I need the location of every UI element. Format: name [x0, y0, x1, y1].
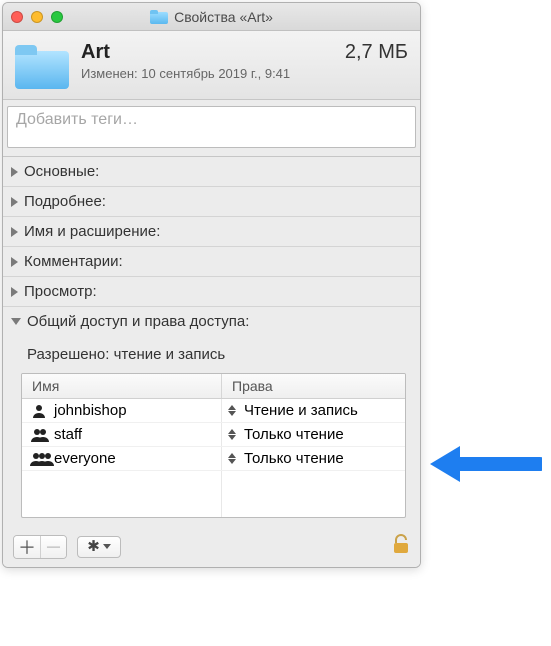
user-name: staff — [54, 426, 82, 443]
minimize-window-button[interactable] — [31, 11, 43, 23]
column-header-privilege[interactable]: Права — [222, 374, 405, 398]
folder-icon — [15, 45, 69, 89]
disclosure-triangle-icon — [11, 197, 18, 207]
stepper-icon[interactable] — [228, 403, 240, 419]
item-size: 2,7 МБ — [345, 41, 408, 64]
window-title: Свойства «Art» — [174, 9, 273, 25]
permissions-table: Имя Права johnbishop Чтение и запись — [21, 373, 406, 518]
info-window: Свойства «Art» Art 2,7 МБ Изменен: 10 се… — [2, 2, 421, 568]
add-button[interactable]: ＋ — [14, 536, 40, 558]
section-label: Основные: — [24, 163, 99, 180]
section-label: Комментарии: — [24, 253, 123, 270]
stepper-icon[interactable] — [228, 427, 240, 443]
disclosure-triangle-down-icon — [11, 318, 21, 325]
modified-label: Изменен: 10 сентябрь 2019 г., 9:41 — [81, 66, 408, 81]
user-icon — [30, 404, 48, 418]
zoom-window-button[interactable] — [51, 11, 63, 23]
section-label: Имя и расширение: — [24, 223, 160, 240]
sharing-body: Разрешено: чтение и запись Имя Права joh… — [3, 336, 420, 528]
item-name: Art — [81, 41, 110, 64]
tags-input[interactable]: Добавить теги… — [7, 106, 416, 148]
titlebar: Свойства «Art» — [3, 3, 420, 31]
section-more-info[interactable]: Подробнее: — [3, 187, 420, 217]
bottom-toolbar: ＋ － ✱ — [3, 528, 420, 567]
user-name: everyone — [54, 450, 116, 467]
gear-icon: ✱ — [87, 539, 100, 554]
section-name-extension[interactable]: Имя и расширение: — [3, 217, 420, 247]
sections: Основные: Подробнее: Имя и расширение: К… — [3, 157, 420, 567]
chevron-down-icon — [103, 544, 111, 549]
section-comments[interactable]: Комментарии: — [3, 247, 420, 277]
group-icon — [30, 428, 48, 442]
column-header-name[interactable]: Имя — [22, 374, 222, 398]
disclosure-triangle-icon — [11, 227, 18, 237]
permission-summary: Разрешено: чтение и запись — [21, 342, 406, 373]
table-row[interactable]: johnbishop Чтение и запись — [22, 399, 405, 423]
close-window-button[interactable] — [11, 11, 23, 23]
disclosure-triangle-icon — [11, 257, 18, 267]
callout-arrow-icon — [430, 442, 542, 486]
remove-button[interactable]: － — [40, 536, 66, 558]
group-icon — [30, 452, 48, 466]
header: Art 2,7 МБ Изменен: 10 сентябрь 2019 г.,… — [3, 31, 420, 100]
table-header: Имя Права — [22, 374, 405, 399]
lock-button[interactable] — [392, 534, 410, 559]
table-row[interactable]: staff Только чтение — [22, 423, 405, 447]
section-preview[interactable]: Просмотр: — [3, 277, 420, 307]
section-general[interactable]: Основные: — [3, 157, 420, 187]
disclosure-triangle-icon — [11, 287, 18, 297]
privilege-value: Только чтение — [244, 426, 344, 443]
privilege-value: Чтение и запись — [244, 402, 358, 419]
add-remove-group: ＋ － — [13, 535, 67, 559]
section-sharing[interactable]: Общий доступ и права доступа: — [3, 307, 420, 336]
user-name: johnbishop — [54, 402, 127, 419]
folder-icon — [150, 10, 168, 24]
tags-placeholder: Добавить теги… — [16, 111, 138, 129]
stepper-icon[interactable] — [228, 451, 240, 467]
section-label: Общий доступ и права доступа: — [27, 313, 249, 330]
tags-section: Добавить теги… — [3, 100, 420, 157]
table-empty-area — [22, 471, 405, 517]
action-menu-button[interactable]: ✱ — [77, 536, 121, 558]
window-controls — [11, 11, 63, 23]
table-row[interactable]: everyone Только чтение — [22, 447, 405, 471]
section-label: Просмотр: — [24, 283, 97, 300]
privilege-value: Только чтение — [244, 450, 344, 467]
section-label: Подробнее: — [24, 193, 106, 210]
disclosure-triangle-icon — [11, 167, 18, 177]
